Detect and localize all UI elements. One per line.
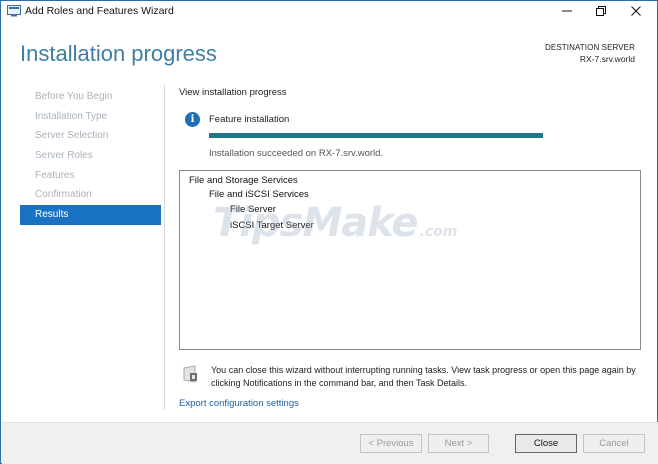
close-button[interactable]: Close bbox=[515, 434, 577, 453]
close-window-button[interactable] bbox=[616, 1, 656, 21]
progress-fill bbox=[209, 133, 543, 138]
nav-item-installation-type[interactable]: Installation Type bbox=[20, 107, 161, 127]
destination-server-name: RX-7.srv.world bbox=[579, 54, 635, 64]
destination-server-label: DESTINATION SERVER bbox=[545, 43, 635, 52]
nav-item-results[interactable]: Results bbox=[20, 205, 161, 225]
feature-installation-label: Feature installation bbox=[209, 114, 290, 125]
installation-status-text: Installation succeeded on RX-7.srv.world… bbox=[209, 148, 384, 159]
nav-divider bbox=[164, 85, 165, 410]
previous-button[interactable]: < Previous bbox=[360, 434, 422, 453]
restore-icon bbox=[596, 6, 606, 16]
nav-item-confirmation[interactable]: Confirmation bbox=[20, 185, 161, 205]
export-configuration-link[interactable]: Export configuration settings bbox=[179, 398, 299, 409]
close-wizard-notice: You can close this wizard without interr… bbox=[211, 365, 636, 388]
view-progress-label: View installation progress bbox=[179, 87, 287, 98]
results-list[interactable]: File and Storage Services File and iSCSI… bbox=[179, 170, 641, 350]
restore-button[interactable] bbox=[581, 1, 621, 21]
installation-progress-bar bbox=[209, 133, 543, 138]
nav-item-features[interactable]: Features bbox=[20, 166, 161, 186]
result-item: File Server bbox=[230, 204, 276, 215]
next-button[interactable]: Next > bbox=[428, 434, 489, 453]
close-icon bbox=[631, 6, 641, 16]
button-bar: < Previous Next > Close Cancel bbox=[2, 422, 658, 464]
result-item: File and Storage Services bbox=[189, 175, 298, 186]
result-item: iSCSI Target Server bbox=[230, 220, 314, 231]
wizard-nav: Before You Begin Installation Type Serve… bbox=[20, 87, 161, 225]
wizard-window: Add Roles and Features Wizard Installati… bbox=[0, 0, 658, 464]
minimize-icon bbox=[562, 10, 572, 12]
info-icon: i bbox=[185, 112, 200, 127]
nav-item-server-roles[interactable]: Server Roles bbox=[20, 146, 161, 166]
notification-flag-icon bbox=[183, 365, 197, 383]
result-item: File and iSCSI Services bbox=[209, 189, 309, 200]
server-manager-icon bbox=[7, 5, 21, 17]
page-title: Installation progress bbox=[20, 41, 217, 66]
title-bar[interactable]: Add Roles and Features Wizard bbox=[1, 1, 657, 21]
nav-item-before-you-begin[interactable]: Before You Begin bbox=[20, 87, 161, 107]
window-title: Add Roles and Features Wizard bbox=[25, 5, 174, 17]
cancel-button[interactable]: Cancel bbox=[583, 434, 645, 453]
nav-item-server-selection[interactable]: Server Selection bbox=[20, 126, 161, 146]
